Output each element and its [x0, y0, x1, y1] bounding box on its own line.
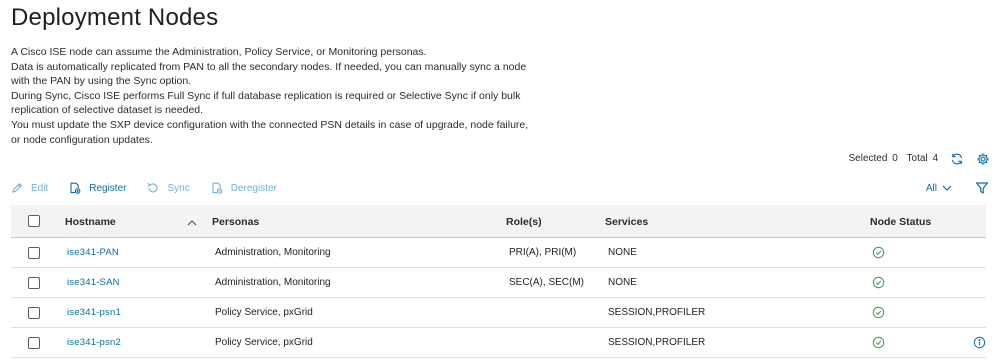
roles-cell: PRI(A), PRI(M) [509, 247, 577, 258]
check-circle-icon [872, 246, 885, 262]
sync-button[interactable]: Sync [147, 182, 190, 194]
edit-label: Edit [31, 182, 49, 194]
hostname-link[interactable]: ise341-PAN [67, 247, 119, 258]
total-count: 4 [932, 153, 938, 164]
services-cell: SESSION,PROFILER [608, 337, 706, 348]
services-cell: SESSION,PROFILER [608, 307, 706, 318]
refresh-icon[interactable] [949, 151, 965, 167]
description-line: or node configuration updates. [11, 133, 153, 146]
description-line: replication of selective dataset is need… [11, 104, 204, 117]
column-hostname[interactable]: Hostname [65, 216, 116, 228]
page-description: A Cisco ISE node can assume the Administ… [11, 45, 586, 147]
column-roles[interactable]: Role(s) [506, 216, 542, 228]
selected-label: Selected [848, 153, 888, 164]
column-node-status[interactable]: Node Status [870, 216, 931, 228]
row-checkbox[interactable] [28, 247, 40, 259]
info-icon[interactable] [973, 336, 986, 352]
sync-icon [148, 182, 158, 193]
register-icon [70, 182, 81, 194]
table-row[interactable]: ise341-psn1 Policy Service, pxGrid SESSI… [11, 298, 986, 328]
page-title: Deployment Nodes [11, 4, 219, 31]
table-row[interactable]: ise341-psn2 Policy Service, pxGrid SESSI… [11, 328, 986, 358]
deregister-label: Deregister [230, 182, 277, 194]
sort-ascending-icon[interactable] [187, 217, 197, 229]
personas-cell: Administration, Monitoring [215, 247, 331, 258]
hostname-link[interactable]: ise341-psn1 [67, 307, 121, 318]
selection-summary: Selected 0 Total 4 [846, 153, 938, 164]
check-circle-icon [872, 336, 885, 352]
funnel-icon[interactable] [974, 180, 990, 196]
row-checkbox[interactable] [28, 337, 40, 349]
personas-cell: Administration, Monitoring [215, 277, 331, 288]
chevron-down-icon [942, 185, 952, 191]
services-cell: NONE [608, 277, 637, 288]
sync-label: Sync [167, 182, 190, 194]
pencil-icon [12, 183, 22, 193]
table-row[interactable]: ise341-PAN Administration, Monitoring PR… [11, 238, 986, 268]
description-line: A Cisco ISE node can assume the Administ… [11, 46, 427, 58]
quick-filter-value: All [925, 182, 937, 194]
roles-cell: SEC(A), SEC(M) [509, 277, 584, 288]
selected-count: 0 [892, 153, 898, 164]
action-toolbar: Edit Register Sync Deregister [11, 180, 298, 196]
row-checkbox[interactable] [28, 277, 40, 289]
services-cell: NONE [608, 247, 637, 258]
column-personas[interactable]: Personas [212, 216, 259, 228]
description-line: During Sync, Cisco ISE performs Full Syn… [11, 89, 521, 102]
deregister-button[interactable]: Deregister [211, 182, 277, 194]
filter-controls: All [926, 180, 990, 196]
description-line: with the PAN by using the Sync option. [11, 75, 192, 88]
select-all-checkbox[interactable] [28, 215, 40, 227]
register-button[interactable]: Register [69, 182, 126, 194]
register-label: Register [89, 182, 127, 194]
deployment-nodes-table: Hostname Personas Role(s) Services Node … [11, 205, 986, 358]
check-circle-icon [872, 306, 885, 322]
description-line: Data is automatically replicated from PA… [11, 60, 527, 73]
hostname-link[interactable]: ise341-psn2 [67, 337, 121, 348]
column-services[interactable]: Services [605, 216, 648, 228]
gear-icon[interactable] [975, 151, 991, 167]
table-header: Hostname Personas Role(s) Services Node … [11, 205, 986, 238]
check-circle-icon [872, 276, 885, 292]
description-line: You must update the SXP device configura… [11, 118, 529, 131]
personas-cell: Policy Service, pxGrid [215, 337, 313, 348]
edit-button[interactable]: Edit [11, 182, 48, 194]
personas-cell: Policy Service, pxGrid [215, 307, 313, 318]
hostname-link[interactable]: ise341-SAN [67, 277, 120, 288]
total-label: Total [906, 153, 928, 164]
row-checkbox[interactable] [28, 307, 40, 319]
deregister-icon [212, 182, 223, 194]
quick-filter-dropdown[interactable]: All [926, 183, 952, 194]
table-row[interactable]: ise341-SAN Administration, Monitoring SE… [11, 268, 986, 298]
